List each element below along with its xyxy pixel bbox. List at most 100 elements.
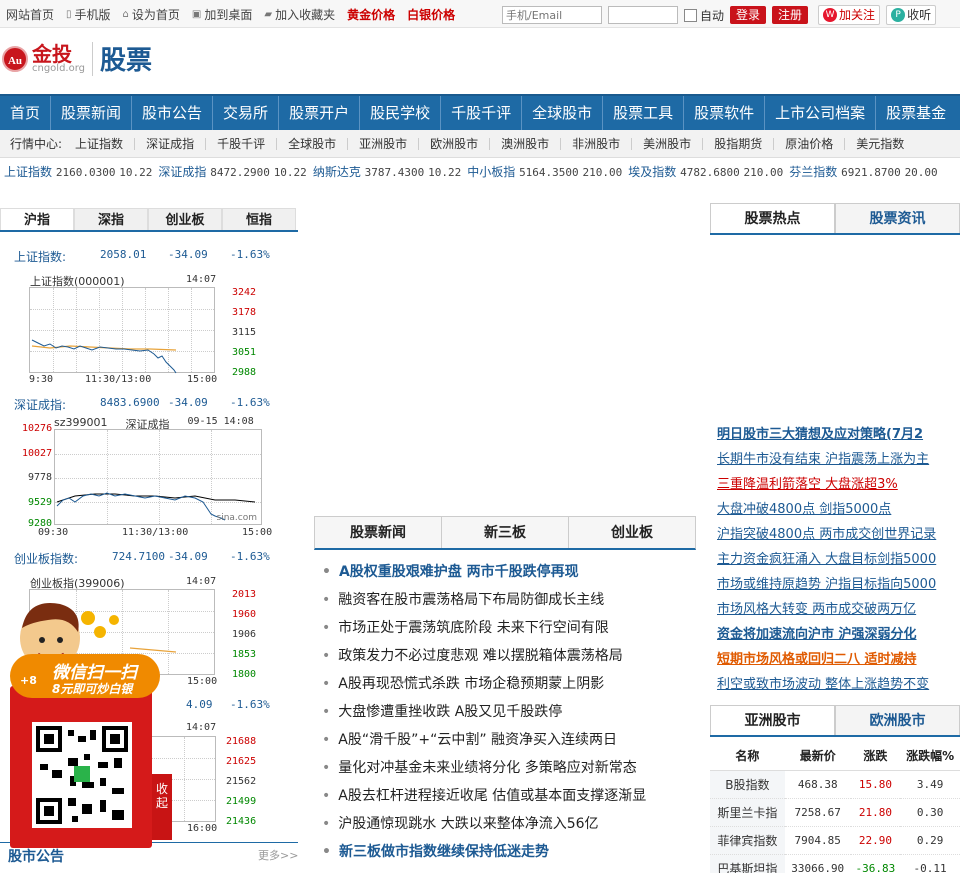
subnav-item[interactable]: 全球股市 xyxy=(277,137,349,150)
collapse-button[interactable]: 收起 xyxy=(156,782,168,810)
listen-button[interactable]: P 收听 xyxy=(886,5,937,25)
list-item[interactable]: • 市场正处于震荡筑底阶段 未来下行空间有限 xyxy=(322,618,646,646)
add-desktop-link[interactable]: ▣ 加到桌面 xyxy=(192,6,252,23)
nav-item[interactable]: 千股千评 xyxy=(441,96,523,130)
table-row[interactable]: 菲律宾指数 7904.85 22.90 0.29 xyxy=(710,826,960,855)
table-row[interactable]: 巴基斯坦指 33066.90 -36.83 -0.11 xyxy=(710,854,960,873)
list-item[interactable]: 主力资金疯狂涌入 大盘目标剑指5000 xyxy=(717,549,960,574)
list-item[interactable]: • A股再现恐慌式杀跌 市场企稳预期蒙上阴影 xyxy=(322,674,646,702)
mobile-link[interactable]: ▯ 手机版 xyxy=(66,6,111,23)
nav-item[interactable]: 股票基金 xyxy=(876,96,956,130)
weibo-follow-button[interactable]: W 加关注 xyxy=(818,5,881,25)
nav-item[interactable]: 股票工具 xyxy=(603,96,685,130)
auto-login-checkbox[interactable] xyxy=(684,8,697,22)
gold-price-link[interactable]: 黄金价格 xyxy=(347,6,395,23)
hs-pct: -1.63% xyxy=(230,698,270,711)
nav-item[interactable]: 股市公告 xyxy=(132,96,214,130)
list-item[interactable]: • A股去杠杆进程接近收尾 估值或基本面支撑逐渐显 xyxy=(322,786,646,814)
ticker-item[interactable]: 埃及指数 4782.6800 210.00 xyxy=(628,163,783,180)
promo-line2: 8元即可炒白银 xyxy=(52,682,133,696)
table-header: 名称 最新价 涨跌 涨跌幅% xyxy=(710,742,960,771)
username-input[interactable] xyxy=(502,6,602,24)
password-input[interactable] xyxy=(608,6,678,24)
news-list: • A股权重股艰难护盘 两市千股跌停再现 • 融资客在股市震荡格局下布局防御成长主线… xyxy=(322,562,646,870)
ticker-item[interactable]: 上证指数 2160.0300 10.22 xyxy=(4,163,152,180)
list-item[interactable]: 市场或维持原趋势 沪指目标指向5000 xyxy=(717,574,960,599)
subnav-item[interactable]: 股指期货 xyxy=(703,137,775,150)
tab-stock-news[interactable]: 股票新闻 xyxy=(315,517,442,548)
sh-label[interactable]: 上证指数: xyxy=(14,248,100,265)
list-item[interactable]: • 新三板做市指数继续保持低迷走势 xyxy=(322,842,646,870)
tab-sh[interactable]: 沪指 xyxy=(0,208,74,230)
site-logo[interactable]: Au 金投 cngold.org 股票 xyxy=(2,40,152,77)
login-button[interactable]: 登录 xyxy=(730,6,767,24)
ticker-item[interactable]: 芬兰指数 6921.8700 20.00 xyxy=(789,163,937,180)
nav-item[interactable]: 股票软件 xyxy=(684,96,766,130)
table-row[interactable]: B股指数 468.38 15.80 3.49 xyxy=(710,770,960,799)
tab-europe[interactable]: 欧洲股市 xyxy=(835,705,960,735)
list-item[interactable]: 资金将加速流向沪市 沪强深弱分化 xyxy=(717,624,960,649)
sz-label[interactable]: 深证成指: xyxy=(14,396,100,413)
subnav-item[interactable]: 澳洲股市 xyxy=(490,137,562,150)
subnav-item[interactable]: 美元指数 xyxy=(845,138,915,150)
more-link[interactable]: 更多>> xyxy=(258,847,298,863)
subnav-item[interactable]: 原油价格 xyxy=(774,137,846,150)
register-button[interactable]: 注册 xyxy=(772,6,809,24)
list-item[interactable]: • 量化对冲基金未来业绩将分化 多策略应对新常态 xyxy=(322,758,646,786)
nav-item[interactable]: 股票新闻 xyxy=(51,96,133,130)
set-homepage-link[interactable]: ⌂ 设为首页 xyxy=(123,6,180,23)
subnav-item[interactable]: 千股千评 xyxy=(206,137,278,150)
nav-item[interactable]: 全球股市 xyxy=(522,96,604,130)
subnav-item[interactable]: 欧洲股市 xyxy=(419,137,491,150)
cyb-label[interactable]: 创业板指数: xyxy=(14,550,112,567)
list-item[interactable]: 短期市场风格或回归二八 适时减持 xyxy=(717,649,960,674)
cyb-levels: 2013 1960 1906 1853 1800 xyxy=(232,589,257,680)
tab-stock-info[interactable]: 股票资讯 xyxy=(835,203,960,233)
hot-list: 明日股市三大猜想及应对策略(7月2 长期牛市没有结束 沪指震荡上涨为主 三重降温… xyxy=(717,424,960,699)
list-item[interactable]: 市场风格大转变 两市成交破两万亿 xyxy=(717,599,960,624)
nav-item[interactable]: 股票开户 xyxy=(279,96,361,130)
sh-intraday-chart[interactable] xyxy=(29,287,215,374)
nav-item[interactable]: 首页 xyxy=(0,96,52,130)
list-item[interactable]: • 政策发力不必过度悲观 难以摆脱箱体震荡格局 xyxy=(322,646,646,674)
market-subnav: 行情中心: 上证指数 深证成指 千股千评 全球股市 亚洲股市 欧洲股市 澳洲股市… xyxy=(0,130,960,158)
sz-intraday-chart[interactable]: sina.com xyxy=(54,429,262,525)
table-row[interactable]: 斯里兰卡指 7258.67 21.80 0.30 xyxy=(710,798,960,827)
list-item[interactable]: • 融资客在股市震荡格局下布局防御成长主线 xyxy=(322,590,646,618)
subnav-item[interactable]: 亚洲股市 xyxy=(348,137,420,150)
list-item[interactable]: 三重降温利箭落空 大盘涨超3% xyxy=(717,474,960,499)
ticker-item[interactable]: 中小板指 5164.3500 210.00 xyxy=(467,163,622,180)
list-item[interactable]: • 沪股通惊现跳水 大跌以来整体净流入56亿 xyxy=(322,814,646,842)
nav-item[interactable]: 交易所 xyxy=(213,96,280,130)
list-item[interactable]: • A股权重股艰难护盘 两市千股跌停再现 xyxy=(322,562,646,590)
list-item[interactable]: 明日股市三大猜想及应对策略(7月2 xyxy=(717,424,960,449)
silver-price-link[interactable]: 白银价格 xyxy=(407,6,455,23)
cyb-change: -34.09 xyxy=(168,550,208,563)
subnav-item[interactable]: 美洲股市 xyxy=(632,137,704,150)
list-item[interactable]: 沪指突破4800点 两市成交创世界记录 xyxy=(717,524,960,549)
home-link[interactable]: 网站首页 xyxy=(6,6,54,23)
nav-item[interactable]: 股民学校 xyxy=(360,96,442,130)
list-item[interactable]: 利空或致市场波动 整体上涨趋势不变 xyxy=(717,674,960,699)
tab-cyb[interactable]: 创业板 xyxy=(148,208,222,230)
tab-neeq[interactable]: 新三板 xyxy=(442,517,569,548)
tab-asia[interactable]: 亚洲股市 xyxy=(710,705,835,735)
subnav-item[interactable]: 深证成指 xyxy=(135,137,207,150)
cyb-pct: -1.63% xyxy=(230,550,270,563)
tab-sz[interactable]: 深指 xyxy=(74,208,148,230)
hs-levels: 21688 21625 21562 21499 21436 xyxy=(226,736,257,827)
tab-stock-hot[interactable]: 股票热点 xyxy=(710,203,835,233)
ticker-item[interactable]: 深证成指 8472.2900 10.22 xyxy=(158,163,306,180)
nav-item[interactable]: 上市公司档案 xyxy=(765,96,877,130)
list-item[interactable]: • 大盘惨遭重挫收跌 A股又见千股跌停 xyxy=(322,702,646,730)
wechat-promo[interactable]: 微信扫一扫 8元即可炒白银 +8 收起 xyxy=(8,598,174,850)
subnav-item[interactable]: 非洲股市 xyxy=(561,137,633,150)
tab-gem[interactable]: 创业板 xyxy=(569,517,695,548)
tab-hs[interactable]: 恒指 xyxy=(222,208,296,230)
subnav-item[interactable]: 上证指数 xyxy=(64,137,136,150)
add-favorite-link[interactable]: ▰ 加入收藏夹 xyxy=(264,6,335,23)
ticker-item[interactable]: 纳斯达克 3787.4300 10.22 xyxy=(313,163,461,180)
list-item[interactable]: 大盘冲破4800点 剑指5000点 xyxy=(717,499,960,524)
list-item[interactable]: 长期牛市没有结束 沪指震荡上涨为主 xyxy=(717,449,960,474)
list-item[interactable]: • A股“滑千股”+“云中割” 融资净买入连续两日 xyxy=(322,730,646,758)
